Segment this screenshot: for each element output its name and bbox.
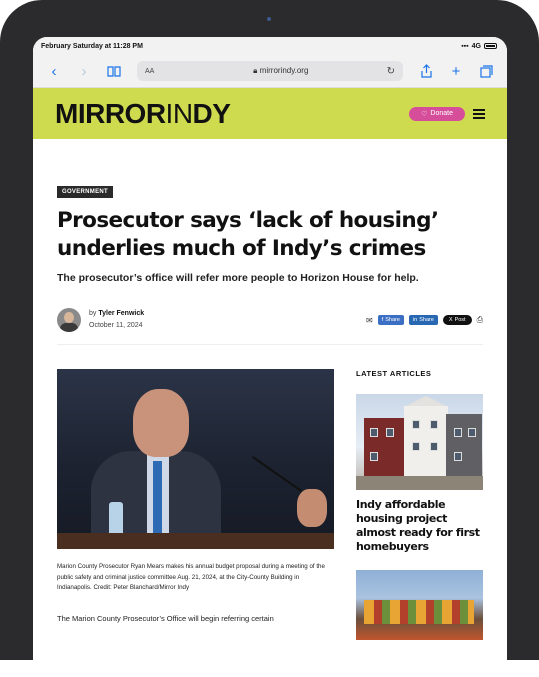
url-text: 🔒︎ mirrorindy.org xyxy=(175,66,387,76)
heart-icon: ♡ xyxy=(421,110,428,118)
author-name[interactable]: Tyler Fenwick xyxy=(98,310,144,317)
donate-button[interactable]: ♡ Donate xyxy=(409,106,465,121)
book-icon[interactable] xyxy=(99,65,129,77)
linkedin-share-button[interactable]: in Share xyxy=(408,315,438,325)
back-icon[interactable]: ‹ xyxy=(39,63,69,80)
byline: by Tyler Fenwick October 11, 2024 ✉ f Sha… xyxy=(57,308,483,345)
facebook-share-label: Share xyxy=(385,317,400,323)
facebook-share-button[interactable]: f Share xyxy=(377,315,404,325)
x-post-button[interactable]: X Post xyxy=(442,315,472,325)
status-bar: February Saturday at 11:28 PM ▪▪▪ 4G xyxy=(33,37,507,55)
camera-dot xyxy=(267,17,271,21)
facebook-icon: f xyxy=(381,317,384,323)
latest-article-title[interactable]: Indy affordable housing project almost r… xyxy=(356,498,483,554)
share-bar: ✉ f Share in Share X Post ⎙ xyxy=(366,315,483,325)
headline: Prosecutor says ‘lack of housing’ underl… xyxy=(57,208,439,261)
latest-article-thumbnail[interactable] xyxy=(356,394,483,490)
new-tab-icon[interactable]: + xyxy=(441,63,471,80)
tabs-icon[interactable] xyxy=(471,64,501,78)
site-header: MIRRORINDY ♡ Donate xyxy=(33,88,507,139)
linkedin-share-label: Share xyxy=(419,317,434,323)
email-icon[interactable]: ✉ xyxy=(366,316,373,325)
status-time: February Saturday at 11:28 PM xyxy=(41,42,143,50)
photo-caption: Marion County Prosecutor Ryan Mears make… xyxy=(57,563,325,591)
article: GOVERNMENT Prosecutor says ‘lack of hous… xyxy=(33,139,507,640)
author-block: by Tyler Fenwick October 11, 2024 xyxy=(57,308,144,332)
category-tag[interactable]: GOVERNMENT xyxy=(57,186,114,198)
x-post-label: Post xyxy=(454,317,466,323)
browser-toolbar: ‹ › AA 🔒︎ mirrorindy.org ↻ + xyxy=(33,55,507,88)
logo-part-in: IN xyxy=(165,97,194,129)
reader-aa-button[interactable]: AA xyxy=(145,68,175,75)
lock-icon: 🔒︎ xyxy=(253,66,258,75)
author-meta: by Tyler Fenwick October 11, 2024 xyxy=(89,308,144,332)
status-indicators: ▪▪▪ 4G xyxy=(461,43,497,50)
share-icon[interactable] xyxy=(411,64,441,78)
url-label: mirrorindy.org xyxy=(259,66,309,75)
print-icon[interactable]: ⎙ xyxy=(477,315,483,325)
logo-part-mirror: MIRROR xyxy=(55,97,166,129)
logo-part-dy: DY xyxy=(192,97,231,129)
battery-icon xyxy=(484,43,497,49)
tablet-screen: February Saturday at 11:28 PM ▪▪▪ 4G ‹ ›… xyxy=(33,37,507,677)
signal-icon: ▪▪▪ xyxy=(461,42,469,50)
network-label: 4G xyxy=(471,42,481,50)
reload-icon[interactable]: ↻ xyxy=(387,66,395,77)
article-content: Marion County Prosecutor Ryan Mears make… xyxy=(57,369,483,640)
menu-icon[interactable] xyxy=(473,108,485,119)
by-prefix: by xyxy=(89,310,97,317)
x-icon: X xyxy=(448,317,453,323)
latest-articles-heading: LATEST ARTICLES xyxy=(356,369,432,378)
lead-photo xyxy=(57,369,334,549)
forward-icon[interactable]: › xyxy=(69,63,99,80)
linkedin-icon: in xyxy=(412,317,418,323)
article-main: Marion County Prosecutor Ryan Mears make… xyxy=(57,369,334,640)
subheadline: The prosecutor’s office will refer more … xyxy=(57,272,419,284)
site-logo[interactable]: MIRRORINDY xyxy=(55,97,231,130)
article-body: The Marion County Prosecutor’s Office wi… xyxy=(57,613,274,623)
avatar[interactable] xyxy=(57,308,81,332)
header-actions: ♡ Donate xyxy=(409,106,485,121)
latest-articles-sidebar: LATEST ARTICLES Indy affordable housing … xyxy=(356,369,483,640)
address-bar[interactable]: AA 🔒︎ mirrorindy.org ↻ xyxy=(137,61,403,81)
tablet-frame: February Saturday at 11:28 PM ▪▪▪ 4G ‹ ›… xyxy=(0,0,539,677)
latest-article-thumbnail-2[interactable] xyxy=(356,570,483,640)
donate-label: Donate xyxy=(430,110,453,117)
publish-date: October 11, 2024 xyxy=(89,322,143,329)
